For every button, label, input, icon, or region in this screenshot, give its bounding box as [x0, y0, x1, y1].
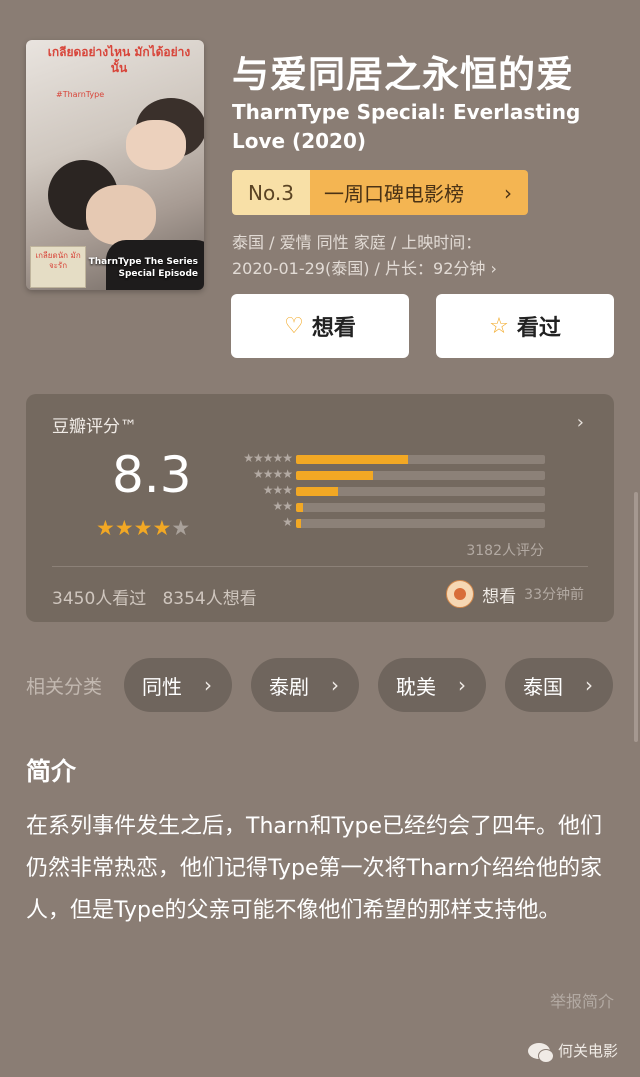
star-filled-icon: ★: [152, 516, 172, 540]
star-filled-icon: ★: [133, 516, 153, 540]
rating-bar-fill: [296, 455, 409, 464]
movie-title: 与爱同居之永恒的爱: [232, 53, 574, 96]
wanted-count: 8354人想看: [162, 589, 257, 609]
star-empty-icon: ★: [171, 516, 191, 540]
category-chip[interactable]: 同性 ›: [124, 658, 233, 712]
meta-genres: 泰国 / 爱情 同性 家庭 / 上映时间：: [232, 233, 482, 252]
scrollbar[interactable]: [634, 492, 638, 742]
watermark: 何关电影: [527, 1040, 618, 1063]
related-categories: 相关分类 同性 › 泰剧 › 耽美 › 泰国 ›: [26, 658, 632, 712]
wechat-icon: [527, 1042, 554, 1063]
poster-caption: TharnType The Series Special Episode: [88, 257, 198, 279]
rating-score: 8.3: [112, 446, 192, 504]
seen-button[interactable]: ☆ 看过: [436, 294, 614, 358]
rating-bar-label: ★: [282, 515, 293, 529]
divider: [52, 566, 588, 567]
friend-activity[interactable]: 想看 33分钟前: [446, 580, 584, 608]
chevron-right-icon: ›: [331, 673, 340, 697]
rating-bar-fill: [296, 519, 301, 528]
rank-badge[interactable]: No.3 一周口碑电影榜 ›: [232, 170, 528, 215]
category-label: 泰剧: [269, 674, 310, 699]
movie-poster[interactable]: เกลียดอย่างไหน มักได้อย่างนั้น #TharnTyp…: [26, 40, 204, 290]
activity-label: 想看: [482, 586, 517, 607]
chevron-right-icon: ›: [458, 673, 467, 697]
poster-hashtag: #TharnType: [56, 90, 105, 99]
chevron-right-icon: ›: [204, 673, 213, 697]
category-label: 泰国: [523, 674, 564, 699]
rating-bar-track: [296, 503, 545, 512]
chevron-right-icon: ›: [504, 180, 512, 205]
rank-number: No.3: [232, 170, 310, 215]
category-chip[interactable]: 泰国 ›: [505, 658, 614, 712]
intro-heading: 简介: [26, 757, 77, 786]
rating-bar-fill: [296, 503, 304, 512]
poster-figure: [126, 120, 186, 170]
seen-label: 看过: [516, 316, 561, 341]
rating-bar-fill: [296, 471, 374, 480]
watermark-text: 何关电影: [557, 1042, 618, 1060]
chevron-right-icon: ›: [585, 673, 594, 697]
category-chip[interactable]: 泰剧 ›: [251, 658, 360, 712]
category-chip[interactable]: 耽美 ›: [378, 658, 487, 712]
want-label: 想看: [311, 316, 356, 341]
rating-stars: ★★★★★: [96, 516, 190, 540]
watched-count: 3450人看过: [52, 589, 147, 609]
rating-header: 豆瓣评分™: [52, 417, 137, 437]
category-label: 耽美: [396, 674, 437, 699]
poster-figure: [86, 185, 156, 245]
category-label: 同性: [142, 674, 183, 699]
rating-card[interactable]: 豆瓣评分™ › 8.3 ★★★★★ ★★★★★ ★★★★ ★★★ ★★ ★ 3182人评…: [26, 394, 614, 622]
watch-stats: 3450人看过 8354人想看: [52, 584, 257, 609]
rating-bar-fill: [296, 487, 339, 496]
star-filled-icon: ★: [114, 516, 134, 540]
rating-bar-label: ★★: [272, 499, 293, 513]
rank-list-label: 一周口碑电影榜: [324, 182, 464, 206]
star-filled-icon: ★: [96, 516, 115, 540]
categories-label: 相关分类: [26, 675, 103, 698]
want-button[interactable]: ♡ 想看: [231, 294, 409, 358]
star-outline-icon: ☆: [489, 313, 509, 339]
poster-badge: เกลียดนัก มักจะรัก: [30, 246, 86, 288]
movie-subtitle: TharnType Special: Everlasting Love (202…: [232, 100, 581, 153]
avatar: [446, 580, 475, 608]
intro-text: 在系列事件发生之后，Tharn和Type已经约会了四年。他们仍然非常热恋，他们记…: [26, 814, 602, 923]
activity-time: 33分钟前: [524, 587, 584, 603]
rating-bar-label: ★★★★: [252, 467, 293, 481]
poster-title-text: เกลียดอย่างไหน มักได้อย่างนั้น: [47, 45, 191, 75]
rating-count: 3182人评分: [466, 543, 544, 559]
movie-meta[interactable]: 泰国 / 爱情 同性 家庭 / 上映时间： 2020-01-29(泰国) / 片…: [232, 230, 627, 282]
heart-plus-icon: ♡: [284, 313, 304, 339]
report-intro-link[interactable]: 举报简介: [550, 988, 614, 1012]
meta-release: 2020-01-29(泰国) / 片长：92分钟 ›: [232, 259, 497, 278]
chevron-right-icon[interactable]: ›: [577, 412, 584, 433]
rating-bar-track: [296, 487, 545, 496]
rating-bar-track: [296, 519, 545, 528]
rank-list-name: 一周口碑电影榜 ›: [310, 170, 528, 215]
rating-bar-track: [296, 455, 545, 464]
rating-bar-track: [296, 471, 545, 480]
rating-bar-label: ★★★: [262, 483, 293, 497]
rating-bar-label: ★★★★★: [243, 451, 293, 465]
